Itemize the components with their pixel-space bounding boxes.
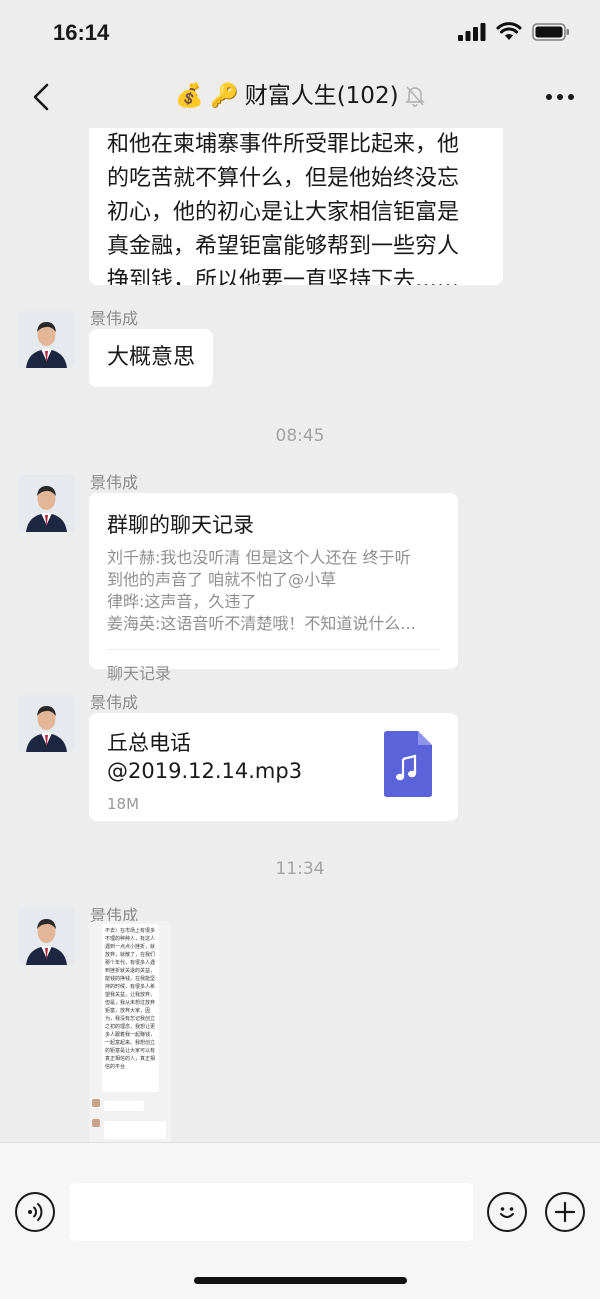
message-bubble[interactable]: 和他在柬埔寨事件所受罪比起来，他 的吃苦就不算什么，但是他始终没忘 初心，他的初… xyxy=(89,128,503,285)
screenshot-text: 不去）在市场上有很多不理的种种人，有这人遇到一点点小挫折，就放弃，就散了，在我们… xyxy=(105,928,156,1070)
timestamp: 11:34 xyxy=(275,859,325,879)
status-bar: 16:14 xyxy=(0,0,600,66)
emoji-icon[interactable] xyxy=(487,1192,527,1232)
music-file-icon xyxy=(384,731,432,797)
status-icons xyxy=(458,22,570,41)
mini-avatar xyxy=(92,1119,100,1127)
battery-icon xyxy=(532,22,569,41)
sender-name: 景伟成 xyxy=(90,309,139,328)
chat-record-card[interactable]: 群聊的聊天记录 刘千赫:我也没听清 但是这个人还在 终于听 到他的声音了 咱就不… xyxy=(89,493,458,683)
status-time: 16:14 xyxy=(53,20,110,45)
avatar[interactable] xyxy=(18,475,75,532)
timestamp: 08:45 xyxy=(275,426,325,446)
bell-off-icon xyxy=(404,86,425,107)
nav-bar: 💰 🔑 财富人生(102) xyxy=(0,66,600,128)
avatar[interactable] xyxy=(18,695,75,752)
mini-avatar xyxy=(92,1099,100,1107)
chat-title: 💰 🔑 财富人生(102) xyxy=(0,80,600,112)
voice-icon[interactable] xyxy=(15,1192,55,1232)
message-bubble[interactable]: 大概意思 xyxy=(89,329,214,387)
signal-icon xyxy=(458,22,486,41)
mini-bubble xyxy=(104,1101,144,1111)
divider xyxy=(107,649,440,650)
group-name: 财富人生(102) xyxy=(244,83,399,109)
sender-name: 景伟成 xyxy=(90,473,139,492)
screenshot-text-box: 不去）在市场上有很多不理的种种人，有这人遇到一点点小挫折，就放弃，就散了，在我们… xyxy=(102,924,159,1092)
message-line: 和他在柬埔寨事件所受罪比起来，他 xyxy=(107,132,460,157)
record-title: 群聊的聊天记录 xyxy=(107,513,254,537)
sender-name: 景伟成 xyxy=(90,693,139,712)
key-emoji: 🔑 xyxy=(210,83,239,109)
mini-bubble xyxy=(104,1121,166,1139)
money-bag-emoji: 💰 xyxy=(175,83,205,109)
message-line: 的吃苦就不算什么，但是他始终没忘 xyxy=(107,166,460,191)
home-indicator xyxy=(194,1277,407,1284)
wifi-icon xyxy=(496,22,522,40)
record-line: 刘千赫:我也没听清 但是这个人还在 终于听 xyxy=(107,548,411,567)
record-footer: 聊天记录 xyxy=(107,664,172,683)
plus-icon[interactable] xyxy=(545,1192,585,1232)
record-line: 律晔:这声音，久违了 xyxy=(107,592,257,611)
record-line: 到他的声音了 咱就不怕了@小草 xyxy=(107,570,337,589)
record-preview: 刘千赫:我也没听清 但是这个人还在 终于听 到他的声音了 咱就不怕了@小草 律晔… xyxy=(107,547,440,635)
message-line: 挣到钱，所以他要一直坚持下去…… xyxy=(107,268,460,285)
avatar[interactable] xyxy=(18,311,75,368)
record-line: 姜海英:这语音听不清楚哦！不知道说什么... xyxy=(107,614,416,633)
message-text: 大概意思 xyxy=(107,345,196,370)
image-message[interactable]: 不去）在市场上有很多不理的种种人，有这人遇到一点点小挫折，就放弃，就散了，在我们… xyxy=(89,921,171,1142)
file-size: 18M xyxy=(107,795,140,813)
avatar[interactable] xyxy=(18,908,75,965)
message-line: 初心，他的初心是让大家相信钜富是 xyxy=(107,200,460,225)
message-line: 真金融，希望钜富能够帮到一些穷人 xyxy=(107,234,460,259)
message-input[interactable] xyxy=(70,1183,473,1241)
input-bar xyxy=(0,1142,600,1299)
chat-area[interactable]: 和他在柬埔寨事件所受罪比起来，他 的吃苦就不算什么，但是他始终没忘 初心，他的初… xyxy=(0,128,600,1142)
more-icon[interactable] xyxy=(542,82,578,112)
file-message-card[interactable]: 丘总电话 @2019.12.14.mp3 18M xyxy=(89,713,458,821)
